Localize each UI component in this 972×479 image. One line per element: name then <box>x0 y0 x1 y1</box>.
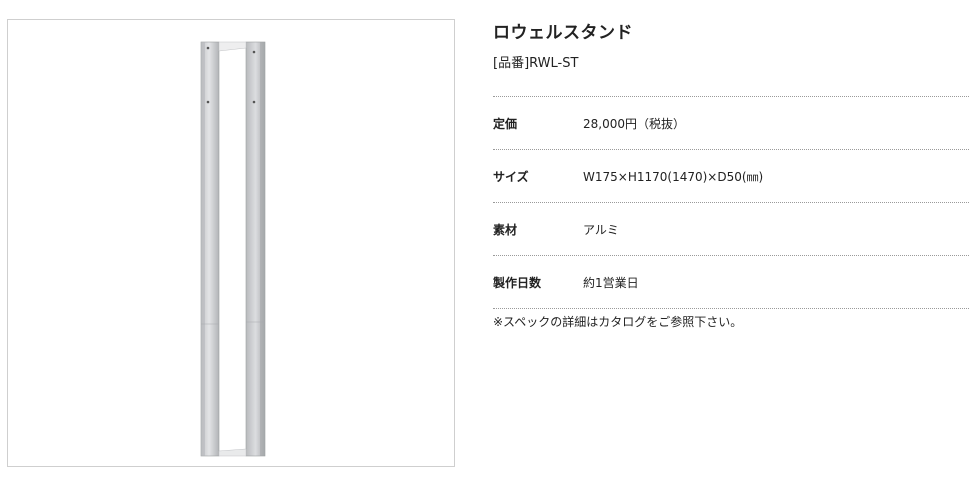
product-info: ロウェルスタンド [品番]RWL-ST 定価 28,000円（税抜） サイズ W… <box>493 18 969 330</box>
left-post <box>200 41 220 457</box>
spec-row-size: サイズ W175×H1170(1470)×D50(㎜) <box>493 150 969 203</box>
spec-note: ※スペックの詳細はカタログをご参照下さい。 <box>493 315 743 329</box>
spec-value: アルミ <box>583 222 619 237</box>
spec-table: 定価 28,000円（税抜） サイズ W175×H1170(1470)×D50(… <box>493 96 969 309</box>
spec-label: 定価 <box>493 116 518 131</box>
spec-row-price: 定価 28,000円（税抜） <box>493 97 969 150</box>
product-code: [品番]RWL-ST <box>493 56 579 71</box>
spec-row-material: 素材 アルミ <box>493 203 969 256</box>
screw-hole <box>206 100 210 104</box>
spec-label: サイズ <box>493 169 529 184</box>
product-title: ロウェルスタンド <box>493 23 633 43</box>
screw-hole <box>252 50 256 54</box>
screw-hole <box>206 46 210 50</box>
right-post <box>245 41 266 457</box>
product-page: ロウェルスタンド [品番]RWL-ST 定価 28,000円（税抜） サイズ W… <box>0 0 972 479</box>
top-crossbar <box>218 41 247 52</box>
spec-value: W175×H1170(1470)×D50(㎜) <box>583 169 764 184</box>
spec-label: 素材 <box>493 222 518 237</box>
spec-value: 約1営業日 <box>583 275 639 290</box>
spec-label: 製作日数 <box>493 275 542 290</box>
screw-hole <box>252 100 256 104</box>
product-image-frame <box>7 19 455 467</box>
spec-value: 28,000円（税抜） <box>583 116 685 131</box>
bottom-crossbar <box>218 448 247 457</box>
spec-row-production-days: 製作日数 約1営業日 <box>493 256 969 309</box>
product-image <box>200 41 266 457</box>
